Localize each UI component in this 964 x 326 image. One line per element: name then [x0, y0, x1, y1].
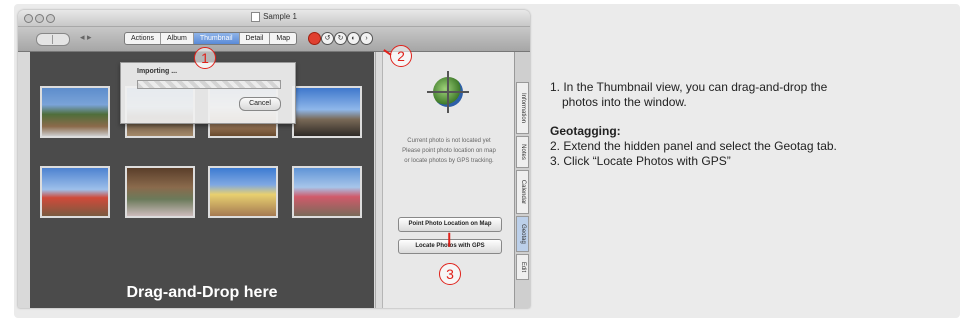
step-2: 2. Extend the hidden panel and select th… — [550, 139, 837, 153]
rotate-right-icon[interactable]: ↻ — [334, 32, 347, 45]
side-tab-information[interactable]: Information — [516, 82, 529, 134]
callout-3: 3 — [439, 263, 461, 285]
tab-actions[interactable]: Actions — [125, 33, 161, 44]
geotagging-heading: Geotagging: — [550, 124, 621, 138]
title-bar: Sample 1 — [18, 10, 530, 27]
callout-2: 2 — [390, 45, 412, 67]
side-tabs: Information Notes Calendar Geotag Edit — [514, 52, 530, 308]
locate-gps-button[interactable]: Locate Photos with GPS — [398, 239, 502, 254]
photo-thumbnail[interactable] — [125, 166, 195, 218]
photo-thumbnail[interactable] — [292, 86, 362, 138]
cancel-import-button[interactable]: Cancel — [239, 97, 281, 111]
point-location-button[interactable]: Point Photo Location on Map — [398, 217, 502, 232]
step-1-line-2: photos into the window. — [562, 95, 687, 109]
importing-dialog: Importing ... Cancel — [120, 62, 296, 124]
toolbar: ◂ ▸ Actions Album Thumbnail Detail Map ↺… — [18, 27, 530, 52]
geotag-status-text: Current photo is not located yet Please … — [402, 138, 496, 164]
photo-thumbnail[interactable] — [40, 86, 110, 138]
drop-zone-label: Drag-and-Drop here — [126, 284, 278, 301]
panel-divider-scrollbar[interactable] — [375, 52, 382, 308]
import-progress-bar — [137, 80, 281, 89]
record-icon[interactable] — [308, 32, 321, 45]
nav-back-forward[interactable] — [36, 33, 70, 46]
thumbnail-browser[interactable]: Importing ... Cancel Drag-and-Drop here — [30, 52, 374, 308]
compass-icon[interactable]: ◐ — [347, 32, 360, 45]
step-1-line-1: 1. In the Thumbnail view, you can drag-a… — [550, 80, 828, 94]
side-tab-edit[interactable]: Edit — [516, 254, 529, 280]
tab-thumbnail[interactable]: Thumbnail — [193, 33, 240, 44]
tab-album[interactable]: Album — [161, 33, 194, 44]
rotate-left-icon[interactable]: ↺ — [321, 32, 334, 45]
tab-detail[interactable]: Detail — [240, 33, 271, 44]
document-icon — [251, 12, 261, 22]
importing-label: Importing ... — [137, 68, 178, 75]
callout-3-leader — [448, 232, 450, 247]
photo-thumbnail[interactable] — [208, 166, 278, 218]
callout-1: 1 — [194, 47, 216, 69]
nav-arrows-icon[interactable]: ◂ ▸ — [80, 32, 92, 43]
tab-map[interactable]: Map — [270, 33, 296, 44]
step-3: 3. Click “Locate Photos with GPS” — [550, 154, 731, 168]
instructions: 1. In the Thumbnail view, you can drag-a… — [550, 80, 950, 169]
view-tabs: Actions Album Thumbnail Detail Map — [124, 32, 298, 45]
globe-icon — [427, 71, 469, 113]
side-tab-geotag[interactable]: Geotag — [516, 216, 529, 252]
photo-thumbnail[interactable] — [292, 166, 362, 218]
window-title: Sample 1 — [18, 12, 530, 22]
photo-thumbnail[interactable] — [40, 166, 110, 218]
side-tab-calendar[interactable]: Calendar — [516, 170, 529, 214]
export-icon[interactable]: › — [360, 32, 373, 45]
side-tab-notes[interactable]: Notes — [516, 136, 529, 168]
